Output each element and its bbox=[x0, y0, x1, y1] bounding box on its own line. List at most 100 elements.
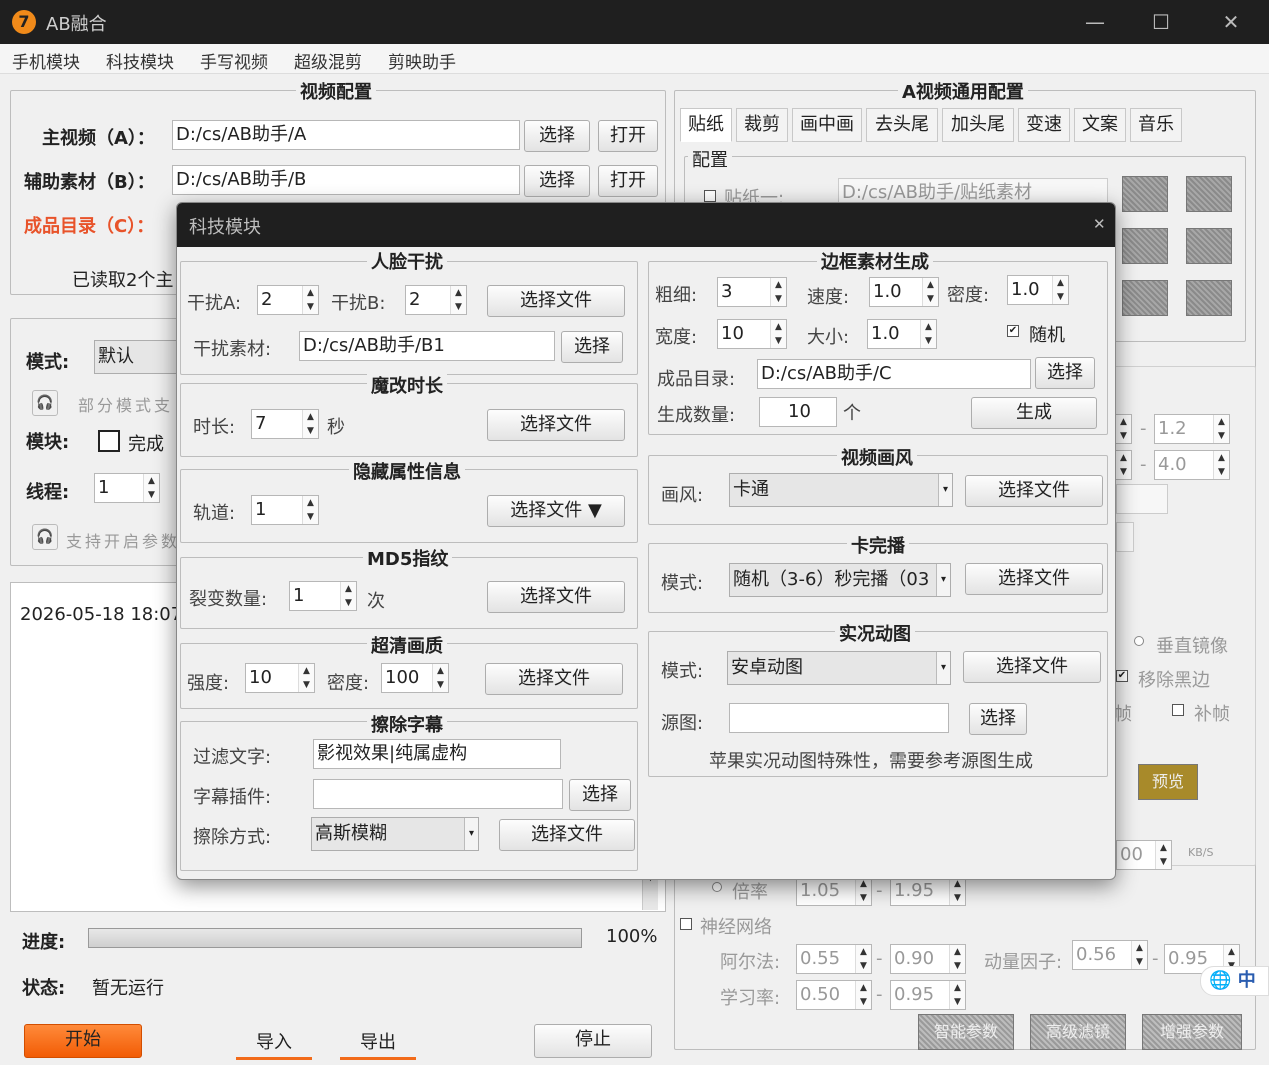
interference-material-select-button[interactable]: 选择 bbox=[561, 331, 623, 363]
spinner-arrows-icon[interactable]: ▲▼ bbox=[770, 320, 786, 348]
interference-material-input[interactable]: D:/cs/AB助手/B1 bbox=[299, 331, 555, 361]
interference-a-spinner[interactable]: 2 ▲ ▼ bbox=[257, 285, 319, 315]
spinner-arrows-icon[interactable]: ▲▼ bbox=[855, 945, 871, 973]
start-button[interactable]: 开始 bbox=[24, 1024, 142, 1058]
preview-button[interactable]: 预览 bbox=[1138, 764, 1198, 800]
border-output-path-input[interactable]: D:/cs/AB助手/C bbox=[757, 359, 1031, 389]
tab-speed[interactable]: 变速 bbox=[1018, 108, 1070, 142]
subtitle-plugin-select-button[interactable]: 选择 bbox=[569, 779, 631, 811]
width-spinner[interactable]: 10 ▲ ▼ bbox=[717, 319, 787, 349]
import-button[interactable]: 导入 bbox=[236, 1028, 312, 1060]
source-image-select-button[interactable]: 选择 bbox=[969, 703, 1027, 735]
minimize-button[interactable]: — bbox=[1080, 8, 1110, 36]
range1-low-spinner[interactable]: ▲ ▼ bbox=[1115, 414, 1132, 444]
alpha-low-spinner[interactable]: 0.55 ▲ ▼ bbox=[796, 944, 872, 974]
ghost-input[interactable] bbox=[1116, 522, 1134, 552]
strength-spinner[interactable]: 10 ▲ ▼ bbox=[245, 663, 315, 693]
remove-black-checkbox[interactable]: ✔ bbox=[1116, 670, 1128, 682]
smart-params-button[interactable]: 智能参数 bbox=[918, 1014, 1014, 1050]
bitrate-spinner[interactable]: 00 ▲ ▼ bbox=[1116, 840, 1172, 870]
spinner-arrows-icon[interactable]: ▲▼ bbox=[340, 582, 356, 610]
menu-super-mix[interactable]: 超级混剪 bbox=[294, 48, 362, 73]
neural-network-checkbox[interactable] bbox=[680, 918, 692, 930]
spinner-arrows-icon[interactable]: ▲▼ bbox=[302, 496, 318, 524]
spinner-arrows-icon[interactable]: ▲▼ bbox=[298, 664, 314, 692]
spinner-arrows-icon[interactable]: ▲▼ bbox=[1131, 941, 1147, 969]
stop-button[interactable]: 停止 bbox=[534, 1024, 652, 1058]
sticker-thumb[interactable] bbox=[1186, 176, 1232, 212]
subtitle-select-file-button[interactable]: 选择文件 bbox=[499, 819, 635, 851]
style-select[interactable]: 卡通 ▾ bbox=[729, 473, 953, 507]
advanced-filter-button[interactable]: 高级滤镜 bbox=[1030, 1014, 1126, 1050]
live-select-file-button[interactable]: 选择文件 bbox=[963, 651, 1101, 683]
tab-trim[interactable]: 去头尾 bbox=[866, 108, 938, 142]
subtitle-plugin-input[interactable] bbox=[313, 779, 563, 809]
ratio-low-spinner[interactable]: 1.05 ▲ ▼ bbox=[796, 876, 872, 906]
border-output-select-button[interactable]: 选择 bbox=[1035, 357, 1095, 389]
range1-high-spinner[interactable]: 1.2 ▲ ▼ bbox=[1154, 414, 1230, 444]
spinner-arrows-icon[interactable]: ▲▼ bbox=[922, 278, 938, 306]
headphone-icon[interactable]: 🎧 bbox=[32, 524, 58, 550]
menu-phone-module[interactable]: 手机模块 bbox=[12, 48, 80, 73]
face-select-file-button[interactable]: 选择文件 bbox=[487, 285, 625, 317]
frame-fill-checkbox[interactable] bbox=[1172, 704, 1184, 716]
spinner-arrows-icon[interactable]: ▲▼ bbox=[302, 410, 318, 438]
fission-count-spinner[interactable]: 1 ▲ ▼ bbox=[289, 581, 357, 611]
hd-density-spinner[interactable]: 100 ▲ ▼ bbox=[381, 663, 449, 693]
sticker-thumb[interactable] bbox=[1186, 228, 1232, 264]
aux-material-path-input[interactable]: D:/cs/AB助手/B bbox=[172, 165, 520, 195]
sticker-thumb[interactable] bbox=[1122, 280, 1168, 316]
spinner-arrows-icon[interactable]: ▲▼ bbox=[1213, 451, 1229, 479]
tab-music[interactable]: 音乐 bbox=[1130, 108, 1182, 142]
lr-low-spinner[interactable]: 0.50 ▲ ▼ bbox=[796, 980, 872, 1010]
spinner-arrows-icon[interactable]: ▲▼ bbox=[1052, 276, 1068, 304]
aux-material-select-button[interactable]: 选择 bbox=[524, 165, 590, 197]
range2-high-spinner[interactable]: 4.0 ▲ ▼ bbox=[1154, 450, 1230, 480]
spinner-arrows-icon[interactable]: ▲▼ bbox=[302, 286, 318, 314]
spinner-arrows-icon[interactable]: ▲▼ bbox=[1155, 841, 1171, 869]
menu-jianying-helper[interactable]: 剪映助手 bbox=[388, 48, 456, 73]
tab-copy[interactable]: 文案 bbox=[1074, 108, 1126, 142]
interference-b-spinner[interactable]: 2 ▲ ▼ bbox=[405, 285, 467, 315]
duration-spinner[interactable]: 7 ▲ ▼ bbox=[251, 409, 319, 439]
headphone-icon[interactable]: 🎧 bbox=[32, 390, 58, 416]
sticker-one-checkbox[interactable] bbox=[704, 190, 716, 202]
range2-low-spinner[interactable]: ▲ ▼ bbox=[1115, 450, 1132, 480]
sticker-thumb[interactable] bbox=[1122, 228, 1168, 264]
generate-button[interactable]: 生成 bbox=[971, 397, 1097, 429]
spinner-arrows-icon[interactable]: ▲▼ bbox=[920, 320, 936, 348]
alpha-high-spinner[interactable]: 0.90 ▲ ▼ bbox=[890, 944, 966, 974]
live-mode-select[interactable]: 安卓动图 ▾ bbox=[727, 651, 951, 685]
spinner-arrows-icon[interactable]: ▲▼ bbox=[1115, 415, 1131, 443]
lr-high-spinner[interactable]: 0.95 ▲ ▼ bbox=[890, 980, 966, 1010]
card-mode-select[interactable]: 随机（3-6）秒完播（03 ▾ bbox=[729, 563, 951, 597]
menu-tech-module[interactable]: 科技模块 bbox=[106, 48, 174, 73]
ime-indicator[interactable]: 🌐 中 bbox=[1200, 966, 1269, 996]
ratio-radio[interactable] bbox=[712, 882, 722, 892]
border-density-spinner[interactable]: 1.0 ▲ ▼ bbox=[1007, 275, 1069, 305]
spinner-arrows-icon[interactable]: ▲▼ bbox=[450, 286, 466, 314]
duration-select-file-button[interactable]: 选择文件 bbox=[487, 409, 625, 441]
main-video-path-input[interactable]: D:/cs/AB助手/A bbox=[172, 120, 520, 150]
erase-method-select[interactable]: 高斯模糊 ▾ bbox=[311, 817, 479, 851]
source-image-input[interactable] bbox=[729, 703, 949, 733]
md5-select-file-button[interactable]: 选择文件 bbox=[487, 581, 625, 613]
dialog-close-icon[interactable]: ✕ bbox=[1093, 215, 1106, 233]
spinner-arrows-icon[interactable]: ▲▼ bbox=[770, 278, 786, 306]
sticker-thumb[interactable] bbox=[1122, 176, 1168, 212]
style-select-file-button[interactable]: 选择文件 bbox=[965, 475, 1103, 507]
spinner-arrows-icon[interactable]: ▲▼ bbox=[432, 664, 448, 692]
aux-material-open-button[interactable]: 打开 bbox=[598, 165, 658, 197]
main-video-open-button[interactable]: 打开 bbox=[598, 120, 658, 152]
momentum-low-spinner[interactable]: 0.56 ▲ ▼ bbox=[1072, 940, 1148, 970]
hd-select-file-button[interactable]: 选择文件 bbox=[485, 663, 623, 695]
spinner-arrows-icon[interactable]: ▲▼ bbox=[949, 877, 965, 905]
ratio-high-spinner[interactable]: 1.95 ▲ ▼ bbox=[890, 876, 966, 906]
generate-count-input[interactable]: 10 bbox=[759, 397, 837, 427]
sticker-thumb[interactable] bbox=[1186, 280, 1232, 316]
size-spinner[interactable]: 1.0 ▲ ▼ bbox=[867, 319, 937, 349]
maximize-button[interactable]: ☐ bbox=[1146, 8, 1176, 36]
spinner-arrows-icon[interactable]: ▲▼ bbox=[949, 981, 965, 1009]
track-spinner[interactable]: 1 ▲ ▼ bbox=[251, 495, 319, 525]
random-checkbox[interactable]: ✔ bbox=[1007, 325, 1019, 337]
